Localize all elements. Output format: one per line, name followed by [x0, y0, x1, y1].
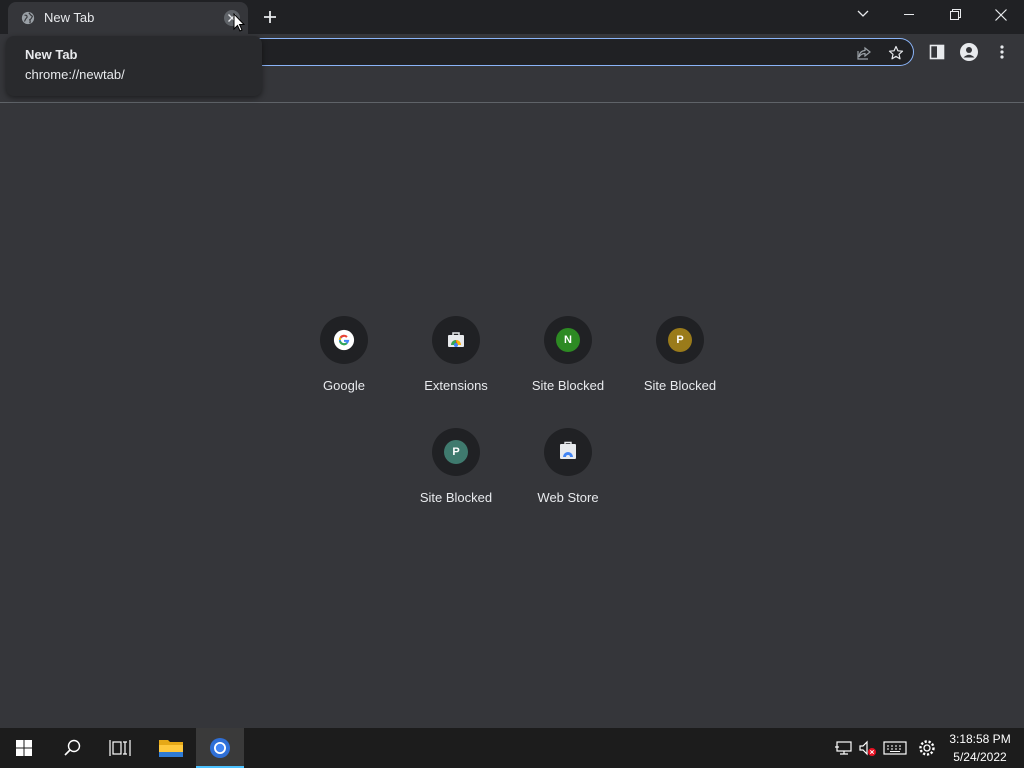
close-window-button[interactable]: [978, 0, 1024, 30]
keyboard-icon[interactable]: [883, 738, 907, 758]
web-store-icon: [560, 441, 576, 459]
shortcut-web-store[interactable]: Web Store: [512, 428, 624, 540]
network-icon[interactable]: [834, 738, 854, 758]
shortcut-label: Google: [323, 378, 365, 393]
task-view-icon[interactable]: [96, 728, 144, 768]
address-bar[interactable]: [252, 38, 914, 66]
tab-new-tab[interactable]: New Tab: [8, 2, 248, 34]
restore-button[interactable]: [932, 0, 978, 30]
tab-title: New Tab: [44, 10, 95, 25]
shortcut-icon-circle: [320, 316, 368, 364]
tab-hover-card: New Tab chrome://newtab/: [6, 36, 262, 96]
minimize-button[interactable]: [886, 0, 932, 30]
menu-icon[interactable]: [992, 42, 1012, 62]
globe-icon: [21, 11, 35, 25]
shortcut-label: Site Blocked: [531, 378, 605, 393]
share-icon[interactable]: [856, 45, 872, 61]
windows-start-icon[interactable]: [0, 728, 48, 768]
shortcut-site-blocked-n[interactable]: N Site Blocked: [512, 316, 624, 428]
taskbar-clock-date[interactable]: 5/24/2022: [944, 750, 1016, 764]
extensions-icon: [448, 332, 464, 347]
file-explorer-icon[interactable]: [147, 728, 195, 768]
shortcut-icon-circle: [432, 316, 480, 364]
shortcut-label: Extensions: [424, 378, 488, 393]
profile-icon[interactable]: [959, 42, 979, 62]
shortcut-label: Site Blocked: [643, 378, 717, 393]
title-bar: New Tab: [0, 0, 1024, 34]
letter-avatar-icon: N: [556, 328, 580, 352]
chrome-taskbar-icon[interactable]: [196, 728, 244, 768]
shortcut-icon-circle: P: [656, 316, 704, 364]
letter-avatar-icon: P: [668, 328, 692, 352]
taskbar-clock-time[interactable]: 3:18:58 PM: [944, 732, 1016, 746]
shortcut-icon-circle: [544, 428, 592, 476]
shortcut-label: Web Store: [537, 490, 599, 505]
volume-muted-icon[interactable]: [858, 738, 878, 758]
tab-search-button[interactable]: [840, 0, 886, 30]
shortcut-site-blocked-p[interactable]: P Site Blocked: [624, 316, 736, 428]
shortcut-extensions[interactable]: Extensions: [400, 316, 512, 428]
shortcut-google[interactable]: Google: [288, 316, 400, 428]
hover-card-title: New Tab: [25, 47, 78, 62]
search-icon[interactable]: [48, 728, 96, 768]
google-icon: [333, 329, 355, 351]
mouse-cursor-icon: [233, 13, 245, 32]
shortcut-icon-circle: P: [432, 428, 480, 476]
shortcut-icon-circle: N: [544, 316, 592, 364]
hover-card-url: chrome://newtab/: [25, 67, 125, 82]
taskbar: 3:18:58 PM 5/24/2022: [0, 728, 1024, 768]
side-panel-icon[interactable]: [927, 42, 947, 62]
new-tab-button[interactable]: [257, 5, 283, 29]
letter-avatar-icon: P: [444, 440, 468, 464]
shortcut-label: Site Blocked: [419, 490, 493, 505]
bookmark-star-icon[interactable]: [888, 45, 904, 61]
shortcut-site-blocked-p2[interactable]: P Site Blocked: [400, 428, 512, 540]
settings-gear-icon[interactable]: [917, 738, 937, 758]
